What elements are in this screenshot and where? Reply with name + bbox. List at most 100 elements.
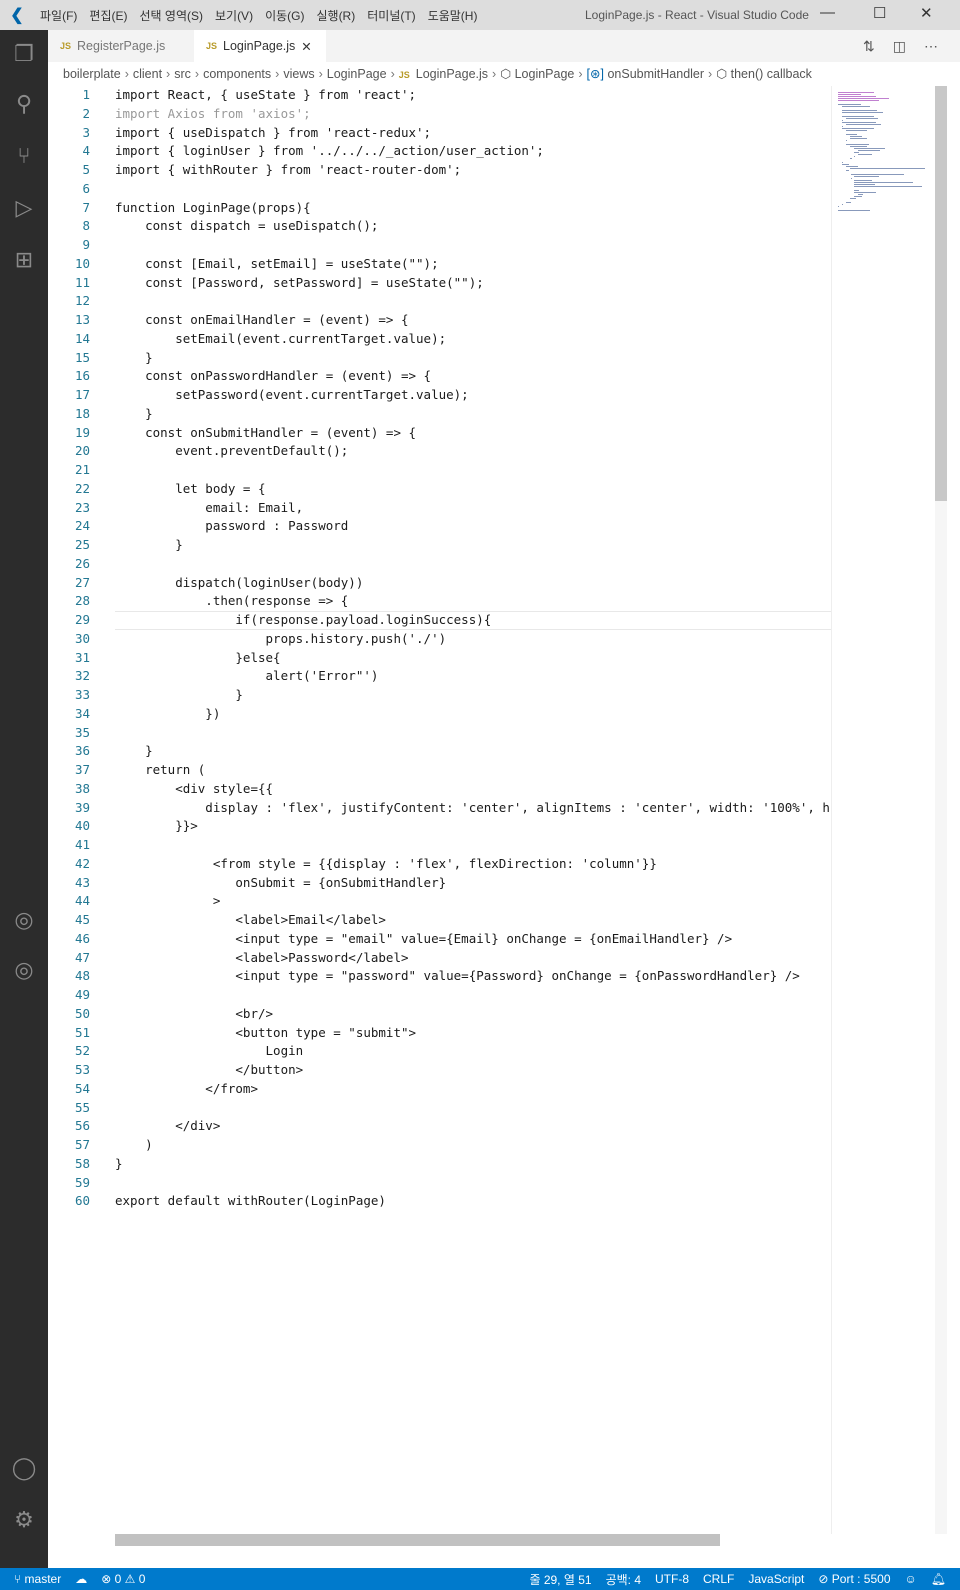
code-line[interactable]: 2 import Axios from 'axios';: [48, 105, 831, 124]
code-line[interactable]: 30 props.history.push('./'): [48, 630, 831, 649]
tab-registerpage[interactable]: JS RegisterPage.js: [48, 30, 190, 62]
code-line[interactable]: 52 Login: [48, 1042, 831, 1061]
code-line[interactable]: 21: [48, 461, 831, 480]
code-line[interactable]: 9: [48, 236, 831, 255]
code-line[interactable]: 33 }: [48, 686, 831, 705]
code-line[interactable]: 14 setEmail(event.currentTarget.value);: [48, 330, 831, 349]
code-line[interactable]: 43 onSubmit = {onSubmitHandler}: [48, 874, 831, 893]
code-line[interactable]: 46 <input type = "email" value={Email} o…: [48, 930, 831, 949]
scrollbar-thumb[interactable]: [935, 86, 947, 501]
tab-close-icon[interactable]: ✕: [301, 39, 311, 54]
code-line[interactable]: 39 display : 'flex', justifyContent: 'ce…: [48, 799, 831, 818]
code-line[interactable]: 11 const [Password, setPassword] = useSt…: [48, 274, 831, 293]
minimap[interactable]: [831, 86, 935, 1534]
code-line[interactable]: 27 dispatch(loginUser(body)): [48, 574, 831, 593]
breadcrumb-item[interactable]: LoginPage: [327, 67, 387, 81]
menu-item[interactable]: 이동(G): [259, 9, 310, 23]
code-line[interactable]: 1 import React, { useState } from 'react'…: [48, 86, 831, 105]
code-line[interactable]: 20 event.preventDefault();: [48, 442, 831, 461]
code-line[interactable]: 12: [48, 292, 831, 311]
menu-item[interactable]: 보기(V): [209, 9, 259, 23]
breadcrumb-item[interactable]: components: [203, 67, 271, 81]
code-line[interactable]: 18 }: [48, 405, 831, 424]
vertical-scrollbar[interactable]: [935, 86, 947, 1534]
encoding[interactable]: UTF-8: [648, 1572, 696, 1586]
more-actions-icon[interactable]: ⋯: [924, 38, 938, 55]
code-line[interactable]: 6: [48, 180, 831, 199]
minimize-button[interactable]: —: [820, 4, 835, 21]
code-line[interactable]: 42 <from style = {{display : 'flex', fle…: [48, 855, 831, 874]
breadcrumb-item[interactable]: src: [174, 67, 191, 81]
code-line[interactable]: 41: [48, 836, 831, 855]
code-line[interactable]: 35: [48, 724, 831, 743]
source-control-icon[interactable]: ⑂: [0, 132, 48, 180]
code-line[interactable]: 24 password : Password: [48, 517, 831, 536]
code-line[interactable]: 16 const onPasswordHandler = (event) => …: [48, 367, 831, 386]
code-line[interactable]: 31 }else{: [48, 649, 831, 668]
split-editor-icon[interactable]: ◫: [893, 38, 906, 55]
code-line[interactable]: 15 }: [48, 349, 831, 368]
code-line[interactable]: 54 </from>: [48, 1080, 831, 1099]
sync-icon[interactable]: ☁: [68, 1572, 94, 1586]
code-line[interactable]: 53 </button>: [48, 1061, 831, 1080]
account-icon[interactable]: ◯: [0, 1444, 48, 1492]
explorer-icon[interactable]: ❐: [0, 30, 48, 78]
code-line[interactable]: 47 <label>Password</label>: [48, 949, 831, 968]
breadcrumb-item[interactable]: onSubmitHandler: [607, 67, 704, 81]
code-line[interactable]: 36 }: [48, 742, 831, 761]
code-line[interactable]: 56 </div>: [48, 1117, 831, 1136]
code-line[interactable]: 58}: [48, 1155, 831, 1174]
search-icon[interactable]: ⚲: [0, 80, 48, 128]
code-editor[interactable]: 1 import React, { useState } from 'react'…: [48, 86, 831, 1534]
extensions-icon[interactable]: ⊞: [0, 236, 48, 284]
code-line[interactable]: 37 return (: [48, 761, 831, 780]
code-line[interactable]: 38 <div style={{: [48, 780, 831, 799]
code-line[interactable]: 7 function LoginPage(props){: [48, 199, 831, 218]
live-share-icon[interactable]: ◎: [0, 946, 48, 994]
code-line[interactable]: 44 >: [48, 892, 831, 911]
close-window-button[interactable]: ✕: [920, 4, 933, 22]
menu-item[interactable]: 파일(F): [34, 9, 83, 23]
breadcrumb-item[interactable]: LoginPage.js: [416, 67, 488, 81]
code-line[interactable]: 25 }: [48, 536, 831, 555]
code-line[interactable]: 19 const onSubmitHandler = (event) => {: [48, 424, 831, 443]
code-line[interactable]: 10 const [Email, setEmail] = useState(""…: [48, 255, 831, 274]
problems-indicator[interactable]: ⊗ 0 ⚠ 0: [94, 1572, 152, 1586]
cursor-position[interactable]: 줄 29, 열 51: [522, 1571, 598, 1588]
code-line[interactable]: 23 email: Email,: [48, 499, 831, 518]
code-line[interactable]: 32 alert('Error"'): [48, 667, 831, 686]
code-line[interactable]: 3 import { useDispatch } from 'react-redu…: [48, 124, 831, 143]
code-line[interactable]: 13 const onEmailHandler = (event) => {: [48, 311, 831, 330]
menu-item[interactable]: 선택 영역(S): [133, 9, 209, 23]
code-line[interactable]: 50 <br/>: [48, 1005, 831, 1024]
line-ending[interactable]: CRLF: [696, 1572, 741, 1586]
code-line[interactable]: 8 const dispatch = useDispatch();: [48, 217, 831, 236]
settings-gear-icon[interactable]: ⚙: [0, 1496, 48, 1544]
menu-item[interactable]: 실행(R): [310, 9, 361, 23]
feedback-icon[interactable]: ☺: [898, 1572, 924, 1586]
menu-item[interactable]: 편집(E): [83, 9, 133, 23]
code-line[interactable]: 28 .then(response => {: [48, 592, 831, 611]
code-line[interactable]: 51 <button type = "submit">: [48, 1024, 831, 1043]
code-line[interactable]: 48 <input type = "password" value={Passw…: [48, 967, 831, 986]
language-mode[interactable]: JavaScript: [741, 1572, 811, 1586]
code-line[interactable]: 29 if(response.payload.loginSuccess){: [48, 611, 831, 630]
code-line[interactable]: 17 setPassword(event.currentTarget.value…: [48, 386, 831, 405]
open-changes-icon[interactable]: ⇅: [863, 38, 875, 55]
run-debug-icon[interactable]: ▷: [0, 184, 48, 232]
tab-loginpage[interactable]: JS LoginPage.js ✕: [194, 30, 326, 62]
remote-explorer-icon[interactable]: ◎: [0, 896, 48, 944]
code-line[interactable]: 22 let body = {: [48, 480, 831, 499]
code-line[interactable]: 34 }): [48, 705, 831, 724]
indentation[interactable]: 공백: 4: [599, 1571, 648, 1588]
live-server-port[interactable]: ⊘ Port : 5500: [811, 1572, 897, 1586]
code-line[interactable]: 55: [48, 1099, 831, 1118]
notifications-bell-icon[interactable]: 🔔︎: [924, 1572, 960, 1586]
menu-item[interactable]: 도움말(H): [422, 9, 484, 23]
code-line[interactable]: 59: [48, 1174, 831, 1193]
code-line[interactable]: 5 import { withRouter } from 'react-route…: [48, 161, 831, 180]
breadcrumb-item[interactable]: LoginPage: [515, 67, 575, 81]
horizontal-scrollbar[interactable]: [115, 1534, 720, 1546]
branch-indicator[interactable]: ⑂ master: [0, 1572, 68, 1586]
maximize-button[interactable]: ☐: [873, 4, 886, 22]
